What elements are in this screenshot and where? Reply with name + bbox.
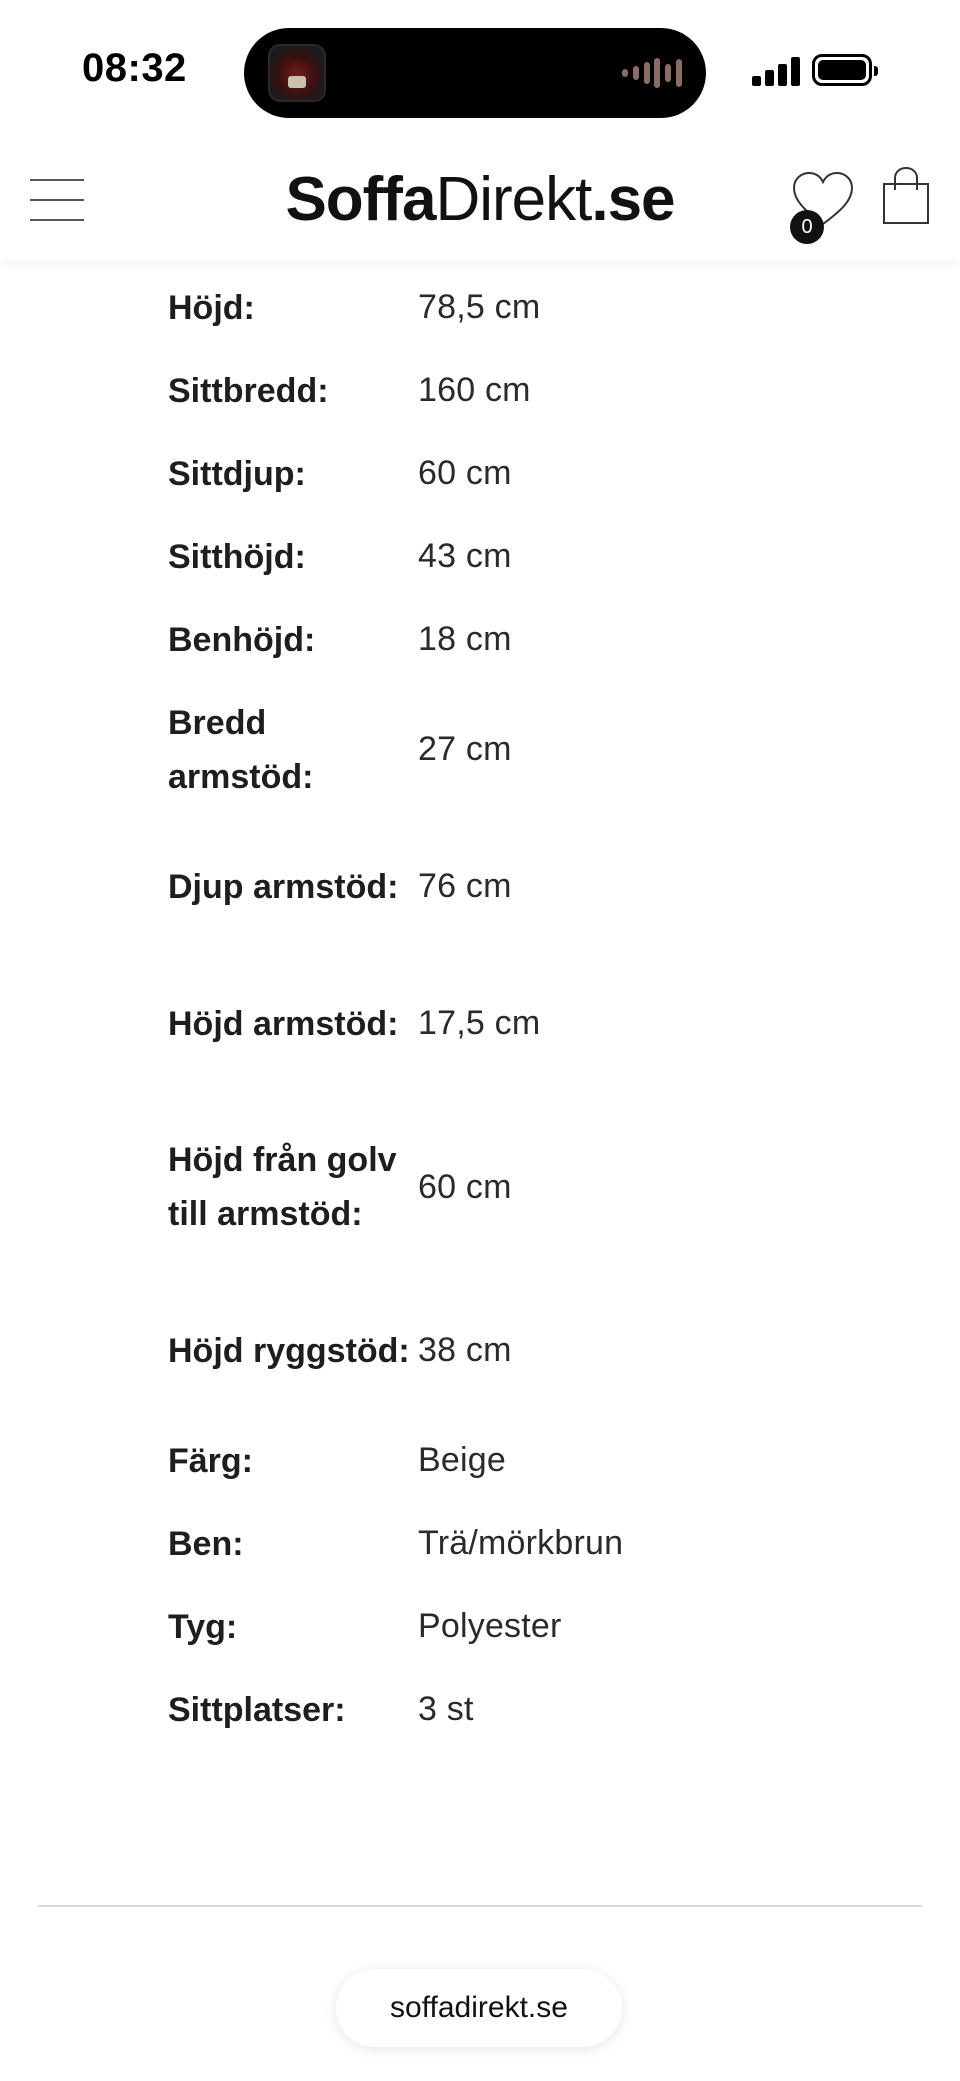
spec-label: Sittdjup:	[168, 454, 306, 493]
spec-value: 27 cm	[418, 730, 512, 768]
spec-row: Höjd: 78,5 cm	[168, 266, 808, 349]
status-time: 08:32	[82, 46, 187, 90]
wishlist-count-badge: 0	[790, 210, 824, 244]
spec-label: Sittplatser:	[168, 1690, 346, 1729]
spec-row: Färg: Beige	[168, 1419, 808, 1502]
logo-light: Direkt	[435, 165, 592, 234]
spec-label: Sittbredd:	[168, 371, 329, 410]
spec-label: Sitthöjd:	[168, 537, 306, 576]
spec-value: 43 cm	[418, 537, 512, 575]
spec-row: Höjd ryggstöd: 38 cm	[168, 1282, 808, 1419]
spec-label: Tyg:	[168, 1607, 238, 1646]
spec-value: 60 cm	[418, 454, 512, 492]
spec-value: Polyester	[418, 1607, 562, 1645]
spec-value: 3 st	[418, 1690, 474, 1728]
spec-label: Höjd ryggstöd:	[168, 1331, 410, 1370]
spec-label: Höjd:	[168, 288, 255, 327]
spec-label: Djup armstöd:	[168, 867, 399, 906]
dynamic-island[interactable]	[244, 28, 706, 118]
cellular-signal-icon	[752, 56, 800, 86]
spec-label: Benhöjd:	[168, 620, 316, 659]
spec-row: Djup armstöd: 76 cm	[168, 818, 808, 955]
spec-row: Ben: Trä/mörkbrun	[168, 1502, 808, 1585]
spec-table: Höjd: 78,5 cm Sittbredd: 160 cm Sittdjup…	[168, 266, 808, 1751]
spec-label: Bredd armstöd:	[168, 703, 314, 796]
logo-suffix: .se	[591, 165, 675, 234]
site-header: SoffaDirekt.se 0	[0, 142, 960, 260]
spec-label: Höjd från golv till armstöd:	[168, 1141, 397, 1233]
browser-address-bar[interactable]: soffadirekt.se	[336, 1969, 622, 2047]
spec-value: Beige	[418, 1441, 506, 1479]
spec-label: Ben:	[168, 1524, 244, 1563]
logo-bold: Soffa	[285, 165, 436, 234]
spec-value: 76 cm	[418, 867, 512, 905]
spec-row: Höjd armstöd: 17,5 cm	[168, 955, 808, 1092]
spec-row: Sittdjup: 60 cm	[168, 432, 808, 515]
spec-row: Sitthöjd: 43 cm	[168, 515, 808, 598]
spec-label: Färg:	[168, 1441, 253, 1480]
shopping-bag-icon	[883, 166, 929, 224]
spec-value: 38 cm	[418, 1331, 512, 1369]
spec-label: Höjd armstöd:	[168, 1004, 399, 1043]
spec-value: 18 cm	[418, 620, 512, 658]
audio-waveform-icon	[622, 56, 682, 90]
spec-value: 78,5 cm	[418, 288, 541, 326]
spec-value: Trä/mörkbrun	[418, 1524, 624, 1562]
footer-divider	[38, 1905, 922, 1907]
wishlist-button[interactable]: 0	[790, 170, 856, 244]
spec-row: Höjd från golv till armstöd: 60 cm	[168, 1092, 808, 1282]
spec-row: Sittbredd: 160 cm	[168, 349, 808, 432]
status-bar: 08:32	[0, 0, 960, 142]
spec-row: Sittplatser: 3 st	[168, 1668, 808, 1751]
spec-row: Tyg: Polyester	[168, 1585, 808, 1668]
now-playing-artwork	[268, 44, 326, 102]
address-bar-url: soffadirekt.se	[390, 1991, 568, 2024]
cart-button[interactable]	[880, 166, 932, 226]
spec-row: Benhöjd: 18 cm	[168, 598, 808, 681]
spec-value: 17,5 cm	[418, 1004, 541, 1042]
spec-value: 60 cm	[418, 1167, 512, 1206]
battery-icon	[812, 54, 878, 86]
spec-value: 160 cm	[418, 371, 531, 409]
spec-row: Bredd armstöd: 27 cm	[168, 681, 808, 818]
